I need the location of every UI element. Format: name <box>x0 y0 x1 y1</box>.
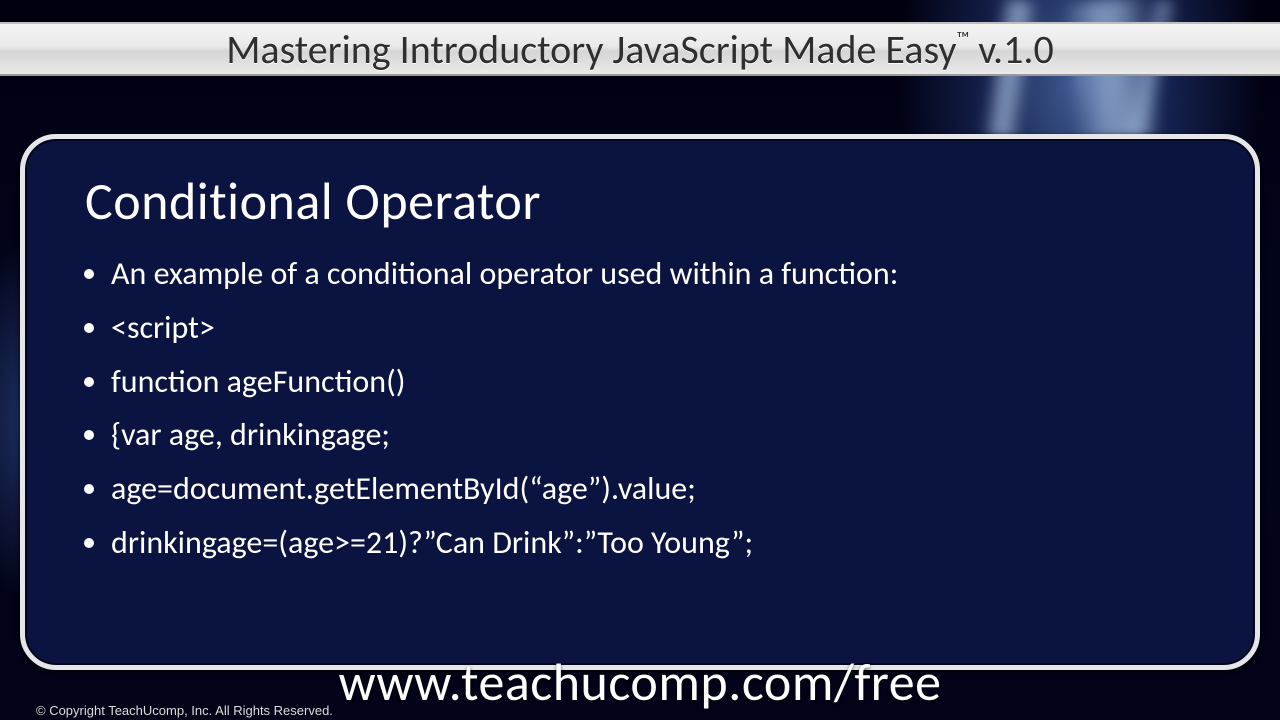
list-item: drinkingage=(age>=21)?”Can Drink”:”Too Y… <box>111 516 1195 570</box>
title-bar: Mastering Introductory JavaScript Made E… <box>0 22 1280 76</box>
copyright-text: © Copyright TeachUcomp, Inc. All Rights … <box>36 703 333 718</box>
trademark-symbol: ™ <box>956 27 969 49</box>
list-item: {var age, drinkingage; <box>111 408 1195 462</box>
list-item: function ageFunction() <box>111 355 1195 409</box>
list-item: <script> <box>111 301 1195 355</box>
bullet-list: An example of a conditional operator use… <box>85 247 1195 570</box>
list-item: age=document.getElementById(“age”).value… <box>111 462 1195 516</box>
slide-panel: Conditional Operator An example of a con… <box>20 134 1260 670</box>
slide-heading: Conditional Operator <box>85 169 1195 233</box>
page-title: Mastering Introductory JavaScript Made E… <box>226 25 1054 74</box>
title-version: v.1.0 <box>969 25 1054 74</box>
list-item: An example of a conditional operator use… <box>111 247 1195 301</box>
title-main: Mastering Introductory JavaScript Made E… <box>226 25 956 74</box>
